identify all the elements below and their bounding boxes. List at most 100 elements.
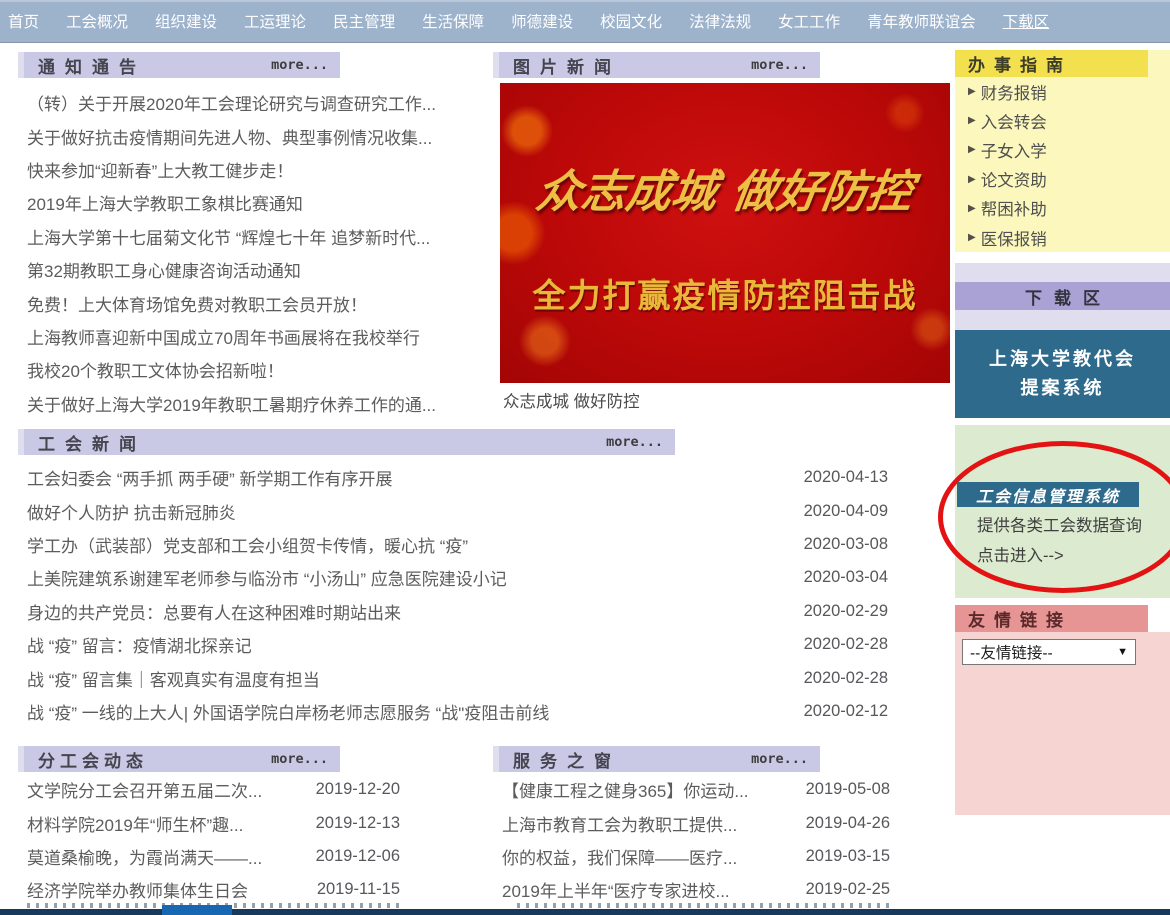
nav-item[interactable]: 女工工作 bbox=[778, 10, 840, 32]
branch-news-list: 文学院分工会召开第五届二次... 2019-12-20 材料学院2019年“师生… bbox=[18, 773, 402, 907]
news-link[interactable]: 上美院建筑系谢建军老师参与临汾市 “小汤山” 应急医院建设小记 bbox=[27, 565, 507, 590]
news-row: 上美院建筑系谢建军老师参与临汾市 “小汤山” 应急医院建设小记 2020-03-… bbox=[18, 561, 890, 594]
branch-link[interactable]: 文学院分工会召开第五届二次... bbox=[27, 777, 262, 802]
notices-more-link[interactable]: more... bbox=[271, 57, 328, 73]
proposal-system-banner[interactable]: 上海大学教代会 提案系统 bbox=[955, 330, 1170, 418]
friendly-links-dropdown[interactable]: --友情链接-- ▼ bbox=[962, 639, 1136, 665]
news-link[interactable]: 做好个人防护 抗击新冠肺炎 bbox=[27, 499, 236, 524]
notice-row: 第32期教职工身心健康咨询活动通知 bbox=[18, 253, 480, 286]
guide-link[interactable]: ▶ 财务报销 bbox=[955, 77, 1170, 106]
notice-link[interactable]: 上海教师喜迎新中国成立70周年书画展将在我校举行 bbox=[27, 324, 420, 349]
union-news-list: 工会妇委会 “两手抓 两手硬” 新学期工作有序开展 2020-04-13 做好个… bbox=[18, 461, 890, 728]
notice-row: 免费！上大体育场馆免费对教职工会员开放！ bbox=[18, 286, 480, 319]
download-zone-band[interactable]: 下载区 bbox=[955, 282, 1170, 310]
notice-link[interactable]: （转）关于开展2020年工会理论研究与调查研究工作... bbox=[27, 90, 436, 115]
info-system-enter-link[interactable]: 点击进入--> bbox=[977, 541, 1064, 571]
notice-row: 上海大学第十七届菊文化节 “辉煌七十年 追梦新时代... bbox=[18, 220, 480, 253]
notice-link[interactable]: 关于做好抗击疫情期间先进人物、典型事例情况收集... bbox=[27, 124, 432, 149]
notice-row: （转）关于开展2020年工会理论研究与调查研究工作... bbox=[18, 86, 480, 119]
notices-list: （转）关于开展2020年工会理论研究与调查研究工作... 关于做好抗击疫情期间先… bbox=[18, 86, 480, 420]
guide-link-label: 论文资助 bbox=[981, 167, 1047, 191]
branch-row: 经济学院举办教师集体生日会 2019-11-15 bbox=[18, 873, 402, 906]
guide-link-label: 财务报销 bbox=[981, 80, 1047, 104]
branch-news-title: 分工会动态 bbox=[38, 747, 148, 772]
notice-row: 我校20个教职工文体协会招新啦！ bbox=[18, 353, 480, 386]
news-row: 身边的共产党员：总要有人在这种困难时期站出来 2020-02-29 bbox=[18, 595, 890, 628]
banner-caption-link[interactable]: 众志成城 做好防控 bbox=[503, 388, 640, 412]
branch-link[interactable]: 莫道桑榆晚，为霞尚满天——... bbox=[27, 844, 262, 869]
photo-news-banner[interactable]: 众志成城 做好防控 全力打赢疫情防控阻击战 bbox=[500, 83, 950, 383]
service-link[interactable]: 【健康工程之健身365】你运动... bbox=[502, 777, 749, 802]
news-link[interactable]: 战 “疫” 留言集｜客观真实有温度有担当 bbox=[27, 666, 320, 691]
guide-link[interactable]: ▶ 子女入学 bbox=[955, 135, 1170, 164]
bullet-triangle-icon: ▶ bbox=[968, 144, 976, 155]
friendly-links-header: 友情链接 bbox=[955, 605, 1148, 632]
service-link[interactable]: 上海市教育工会为教职工提供... bbox=[502, 811, 737, 836]
union-news-more-link[interactable]: more... bbox=[606, 434, 663, 450]
branch-date: 2019-12-20 bbox=[316, 780, 402, 799]
news-row: 学工办（武装部）党支部和工会小组贺卡传情，暖心抗 “疫” 2020-03-08 bbox=[18, 528, 890, 561]
guide-link[interactable]: ▶ 帮困补助 bbox=[955, 194, 1170, 223]
news-row: 工会妇委会 “两手抓 两手硬” 新学期工作有序开展 2020-04-13 bbox=[18, 461, 890, 494]
proposal-line1: 上海大学教代会 bbox=[989, 345, 1136, 374]
nav-item[interactable]: 工会概况 bbox=[66, 10, 128, 32]
service-row: 你的权益，我们保障——医疗... 2019-03-15 bbox=[493, 840, 892, 873]
nav-item[interactable]: 法律法规 bbox=[689, 10, 751, 32]
guide-link[interactable]: ▶ 医保报销 bbox=[955, 223, 1170, 252]
news-link[interactable]: 身边的共产党员：总要有人在这种困难时期站出来 bbox=[27, 599, 401, 624]
info-system-title[interactable]: 工会信息管理系统 bbox=[957, 482, 1139, 507]
branch-news-more-link[interactable]: more... bbox=[271, 751, 328, 767]
service-window-title: 服务之窗 bbox=[513, 747, 621, 772]
nav-item[interactable]: 工运理论 bbox=[244, 10, 306, 32]
news-link[interactable]: 战 “疫” 留言：疫情湖北探亲记 bbox=[27, 632, 252, 657]
nav-item[interactable]: 组织建设 bbox=[155, 10, 217, 32]
bullet-triangle-icon: ▶ bbox=[968, 174, 976, 185]
news-date: 2020-03-08 bbox=[804, 535, 890, 554]
service-link[interactable]: 你的权益，我们保障——医疗... bbox=[502, 844, 737, 869]
banner-slogan-line2: 全力打赢疫情防控阻击战 bbox=[500, 269, 950, 317]
branch-date: 2019-12-06 bbox=[316, 847, 402, 866]
notice-link[interactable]: 2019年上海大学教职工象棋比赛通知 bbox=[27, 190, 303, 215]
service-row: 上海市教育工会为教职工提供... 2019-04-26 bbox=[493, 806, 892, 839]
info-system-panel[interactable]: 工会信息管理系统 提供各类工会数据查询 点击进入--> bbox=[955, 425, 1170, 598]
union-news-header: 工会新闻 more... bbox=[18, 429, 675, 455]
nav-item[interactable]: 校园文化 bbox=[600, 10, 662, 32]
branch-row: 莫道桑榆晚，为霞尚满天——... 2019-12-06 bbox=[18, 840, 402, 873]
news-row: 战 “疫” 一线的上大人| 外国语学院白岸杨老师志愿服务 “战"疫阻击前线 20… bbox=[18, 695, 890, 728]
nav-item[interactable]: 生活保障 bbox=[422, 10, 484, 32]
branch-row: 文学院分工会召开第五届二次... 2019-12-20 bbox=[18, 773, 402, 806]
photo-news-more-link[interactable]: more... bbox=[751, 57, 808, 73]
news-row: 做好个人防护 抗击新冠肺炎 2020-04-09 bbox=[18, 494, 890, 527]
nav-item[interactable]: 首页 bbox=[8, 10, 39, 32]
service-row: 【健康工程之健身365】你运动... 2019-05-08 bbox=[493, 773, 892, 806]
guide-link[interactable]: ▶ 入会转会 bbox=[955, 106, 1170, 135]
nav-item[interactable]: 下载区 bbox=[1003, 10, 1050, 32]
branch-link[interactable]: 材料学院2019年“师生杯”趣... bbox=[27, 811, 243, 836]
guide-list: ▶ 财务报销 ▶ 入会转会 ▶ 子女入学 ▶ 论文资助 bbox=[955, 77, 1170, 252]
notice-link[interactable]: 免费！上大体育场馆免费对教职工会员开放！ bbox=[27, 291, 367, 316]
info-system-description: 提供各类工会数据查询 bbox=[977, 511, 1142, 541]
bullet-triangle-icon: ▶ bbox=[968, 115, 976, 126]
clipped-row-right bbox=[517, 903, 892, 908]
notice-link[interactable]: 上海大学第十七届菊文化节 “辉煌七十年 追梦新时代... bbox=[27, 224, 430, 249]
news-link[interactable]: 学工办（武装部）党支部和工会小组贺卡传情，暖心抗 “疫” bbox=[27, 532, 468, 557]
nav-item[interactable]: 青年教师联谊会 bbox=[867, 10, 976, 32]
nav-item[interactable]: 民主管理 bbox=[333, 10, 395, 32]
branch-news-header: 分工会动态 more... bbox=[18, 746, 340, 772]
nav-item[interactable]: 师德建设 bbox=[511, 10, 573, 32]
news-link[interactable]: 战 “疫” 一线的上大人| 外国语学院白岸杨老师志愿服务 “战"疫阻击前线 bbox=[27, 699, 549, 724]
service-window-more-link[interactable]: more... bbox=[751, 751, 808, 767]
bullet-triangle-icon: ▶ bbox=[968, 203, 976, 214]
branch-link[interactable]: 经济学院举办教师集体生日会 bbox=[27, 877, 248, 902]
download-zone-title: 下载区 bbox=[1013, 284, 1112, 309]
notice-link[interactable]: 关于做好上海大学2019年教职工暑期疗休养工作的通... bbox=[27, 391, 436, 416]
guide-link[interactable]: ▶ 论文资助 bbox=[955, 165, 1170, 194]
download-zone-top-strip bbox=[955, 263, 1170, 282]
notice-link[interactable]: 快来参加“迎新春”上大教工健步走！ bbox=[27, 157, 293, 182]
service-link[interactable]: 2019年上半年“医疗专家进校... bbox=[502, 877, 730, 902]
branch-date: 2019-12-13 bbox=[316, 814, 402, 833]
news-row: 战 “疫” 留言集｜客观真实有温度有担当 2020-02-28 bbox=[18, 661, 890, 694]
notice-link[interactable]: 第32期教职工身心健康咨询活动通知 bbox=[27, 257, 301, 282]
news-link[interactable]: 工会妇委会 “两手抓 两手硬” 新学期工作有序开展 bbox=[27, 465, 393, 490]
notice-link[interactable]: 我校20个教职工文体协会招新啦！ bbox=[27, 357, 284, 382]
